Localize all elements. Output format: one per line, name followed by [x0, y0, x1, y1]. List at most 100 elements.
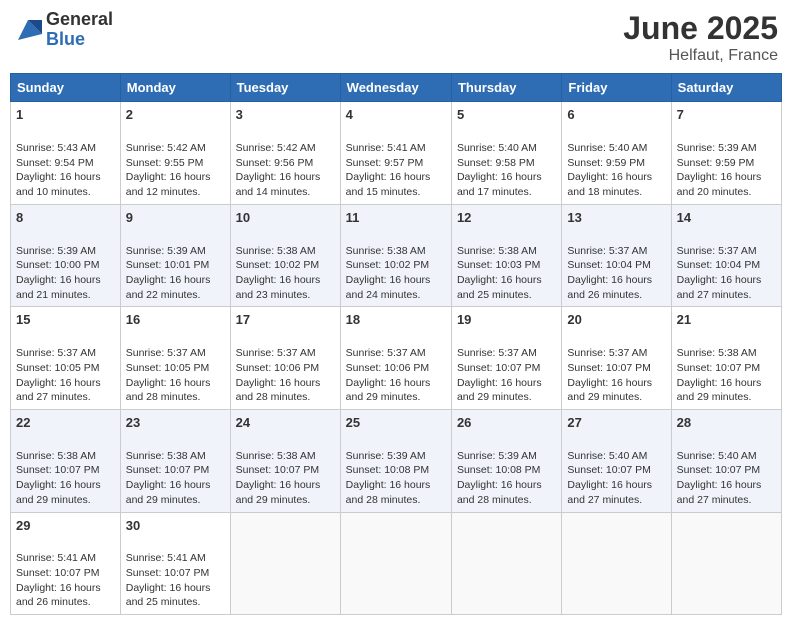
sunset-text: Sunset: 10:05 PM: [126, 362, 209, 374]
daylight-text: Daylight: 16 hours and 28 minutes.: [346, 479, 431, 506]
month-title: June 2025: [623, 10, 778, 47]
sunrise-text: Sunrise: 5:42 AM: [126, 142, 206, 154]
day-number: 29: [16, 517, 115, 535]
day-number: 28: [677, 414, 776, 432]
header-wednesday: Wednesday: [340, 74, 451, 102]
calendar-row-3: 22Sunrise: 5:38 AMSunset: 10:07 PMDaylig…: [11, 409, 782, 512]
calendar-cell: [230, 512, 340, 615]
sunset-text: Sunset: 10:04 PM: [677, 259, 760, 271]
sunrise-text: Sunrise: 5:42 AM: [236, 142, 316, 154]
calendar-cell: [671, 512, 781, 615]
sunrise-text: Sunrise: 5:37 AM: [126, 347, 206, 359]
day-number: 21: [677, 311, 776, 329]
calendar-cell: 26Sunrise: 5:39 AMSunset: 10:08 PMDaylig…: [451, 409, 561, 512]
sunrise-text: Sunrise: 5:40 AM: [567, 142, 647, 154]
sunset-text: Sunset: 9:55 PM: [126, 157, 204, 169]
sunrise-text: Sunrise: 5:38 AM: [236, 245, 316, 257]
sunset-text: Sunset: 10:04 PM: [567, 259, 650, 271]
calendar-cell: 3Sunrise: 5:42 AMSunset: 9:56 PMDaylight…: [230, 102, 340, 205]
sunset-text: Sunset: 10:06 PM: [346, 362, 429, 374]
sunset-text: Sunset: 9:57 PM: [346, 157, 424, 169]
daylight-text: Daylight: 16 hours and 27 minutes.: [567, 479, 652, 506]
day-number: 4: [346, 106, 446, 124]
calendar-cell: 11Sunrise: 5:38 AMSunset: 10:02 PMDaylig…: [340, 204, 451, 307]
calendar-cell: 30Sunrise: 5:41 AMSunset: 10:07 PMDaylig…: [120, 512, 230, 615]
daylight-text: Daylight: 16 hours and 25 minutes.: [126, 582, 211, 609]
sunset-text: Sunset: 9:58 PM: [457, 157, 535, 169]
sunrise-text: Sunrise: 5:38 AM: [16, 450, 96, 462]
calendar-table: Sunday Monday Tuesday Wednesday Thursday…: [10, 73, 782, 615]
daylight-text: Daylight: 16 hours and 28 minutes.: [457, 479, 542, 506]
sunset-text: Sunset: 10:08 PM: [457, 464, 540, 476]
sunset-text: Sunset: 10:07 PM: [567, 464, 650, 476]
sunrise-text: Sunrise: 5:37 AM: [236, 347, 316, 359]
header-thursday: Thursday: [451, 74, 561, 102]
daylight-text: Daylight: 16 hours and 27 minutes.: [16, 377, 101, 404]
calendar-cell: 1Sunrise: 5:43 AMSunset: 9:54 PMDaylight…: [11, 102, 121, 205]
sunset-text: Sunset: 10:07 PM: [16, 464, 99, 476]
calendar-cell: 25Sunrise: 5:39 AMSunset: 10:08 PMDaylig…: [340, 409, 451, 512]
sunset-text: Sunset: 10:07 PM: [126, 567, 209, 579]
sunset-text: Sunset: 10:07 PM: [236, 464, 319, 476]
sunrise-text: Sunrise: 5:39 AM: [677, 142, 757, 154]
day-number: 23: [126, 414, 225, 432]
daylight-text: Daylight: 16 hours and 27 minutes.: [677, 479, 762, 506]
day-number: 24: [236, 414, 335, 432]
day-number: 17: [236, 311, 335, 329]
daylight-text: Daylight: 16 hours and 17 minutes.: [457, 171, 542, 198]
calendar-cell: 16Sunrise: 5:37 AMSunset: 10:05 PMDaylig…: [120, 307, 230, 410]
sunrise-text: Sunrise: 5:37 AM: [16, 347, 96, 359]
sunrise-text: Sunrise: 5:38 AM: [346, 245, 426, 257]
daylight-text: Daylight: 16 hours and 29 minutes.: [346, 377, 431, 404]
sunrise-text: Sunrise: 5:39 AM: [16, 245, 96, 257]
sunrise-text: Sunrise: 5:37 AM: [346, 347, 426, 359]
calendar-cell: 8Sunrise: 5:39 AMSunset: 10:00 PMDayligh…: [11, 204, 121, 307]
calendar-cell: 23Sunrise: 5:38 AMSunset: 10:07 PMDaylig…: [120, 409, 230, 512]
calendar-cell: 2Sunrise: 5:42 AMSunset: 9:55 PMDaylight…: [120, 102, 230, 205]
daylight-text: Daylight: 16 hours and 18 minutes.: [567, 171, 652, 198]
day-number: 19: [457, 311, 556, 329]
day-number: 5: [457, 106, 556, 124]
sunrise-text: Sunrise: 5:41 AM: [126, 552, 206, 564]
day-number: 14: [677, 209, 776, 227]
sunrise-text: Sunrise: 5:41 AM: [16, 552, 96, 564]
calendar-cell: 28Sunrise: 5:40 AMSunset: 10:07 PMDaylig…: [671, 409, 781, 512]
logo: General Blue: [14, 10, 113, 50]
calendar-cell: 5Sunrise: 5:40 AMSunset: 9:58 PMDaylight…: [451, 102, 561, 205]
daylight-text: Daylight: 16 hours and 28 minutes.: [126, 377, 211, 404]
location-title: Helfaut, France: [623, 47, 778, 65]
sunset-text: Sunset: 10:07 PM: [677, 464, 760, 476]
days-header-row: Sunday Monday Tuesday Wednesday Thursday…: [11, 74, 782, 102]
daylight-text: Daylight: 16 hours and 29 minutes.: [16, 479, 101, 506]
sunset-text: Sunset: 9:59 PM: [677, 157, 755, 169]
sunset-text: Sunset: 10:07 PM: [677, 362, 760, 374]
sunset-text: Sunset: 9:54 PM: [16, 157, 94, 169]
sunset-text: Sunset: 10:03 PM: [457, 259, 540, 271]
sunrise-text: Sunrise: 5:39 AM: [346, 450, 426, 462]
sunset-text: Sunset: 10:07 PM: [126, 464, 209, 476]
daylight-text: Daylight: 16 hours and 15 minutes.: [346, 171, 431, 198]
header-saturday: Saturday: [671, 74, 781, 102]
calendar-cell: [562, 512, 671, 615]
day-number: 12: [457, 209, 556, 227]
sunrise-text: Sunrise: 5:37 AM: [457, 347, 537, 359]
calendar-cell: [340, 512, 451, 615]
calendar-row-1: 8Sunrise: 5:39 AMSunset: 10:00 PMDayligh…: [11, 204, 782, 307]
title-area: June 2025 Helfaut, France: [623, 10, 778, 65]
day-number: 2: [126, 106, 225, 124]
sunset-text: Sunset: 10:07 PM: [16, 567, 99, 579]
calendar-cell: 4Sunrise: 5:41 AMSunset: 9:57 PMDaylight…: [340, 102, 451, 205]
daylight-text: Daylight: 16 hours and 29 minutes.: [236, 479, 321, 506]
day-number: 6: [567, 106, 665, 124]
calendar-header: General Blue June 2025 Helfaut, France: [10, 10, 782, 65]
sunset-text: Sunset: 9:59 PM: [567, 157, 645, 169]
daylight-text: Daylight: 16 hours and 29 minutes.: [126, 479, 211, 506]
sunset-text: Sunset: 10:00 PM: [16, 259, 99, 271]
day-number: 1: [16, 106, 115, 124]
day-number: 11: [346, 209, 446, 227]
calendar-cell: 12Sunrise: 5:38 AMSunset: 10:03 PMDaylig…: [451, 204, 561, 307]
logo-text: General Blue: [46, 10, 113, 50]
day-number: 8: [16, 209, 115, 227]
calendar-cell: 13Sunrise: 5:37 AMSunset: 10:04 PMDaylig…: [562, 204, 671, 307]
sunrise-text: Sunrise: 5:37 AM: [677, 245, 757, 257]
